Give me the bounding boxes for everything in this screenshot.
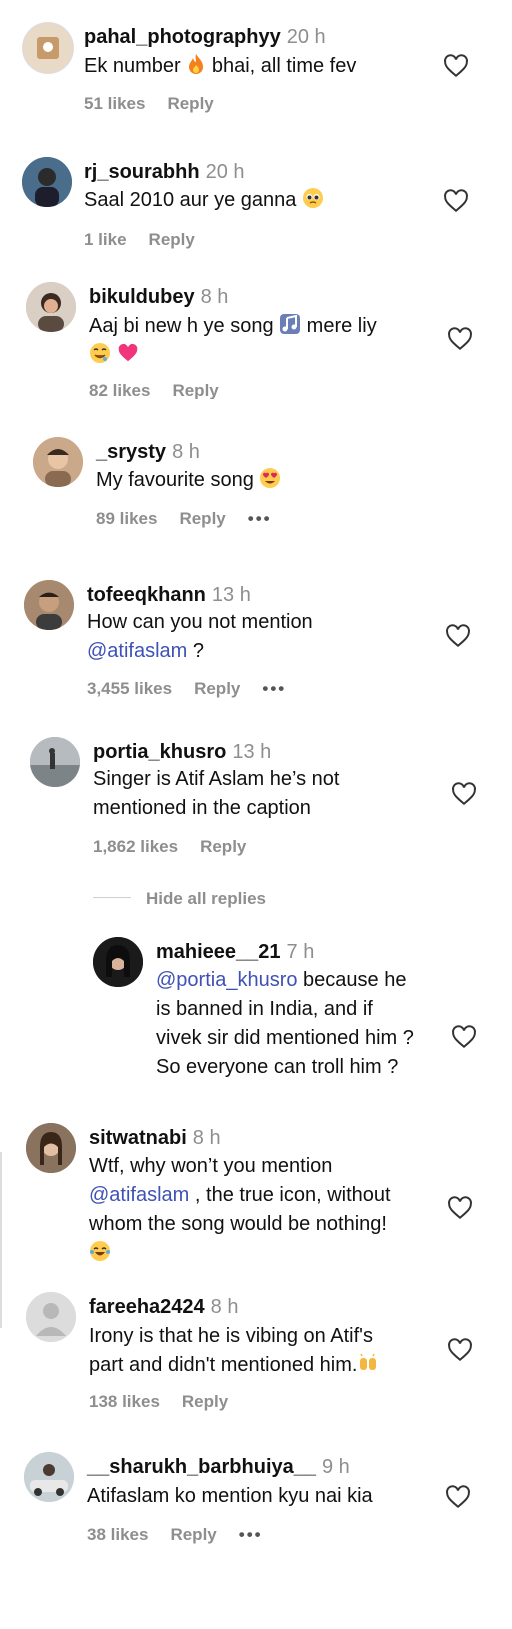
likes-count[interactable]: 51 likes xyxy=(84,94,145,113)
tears-of-joy-emoji-icon xyxy=(90,1241,110,1261)
likes-count[interactable]: 89 likes xyxy=(96,509,157,528)
username[interactable]: rj_sourabhh xyxy=(84,161,200,183)
timestamp: 8 h xyxy=(192,1127,221,1149)
likes-count[interactable]: 82 likes xyxy=(89,381,150,399)
timestamp: 13 h xyxy=(211,584,251,606)
avatar[interactable] xyxy=(24,1452,74,1502)
comment-text: Saal 2010 aur ye ganna xyxy=(84,186,324,215)
comment-text: Wtf, why won’t you mention @atifaslam , … xyxy=(89,1152,439,1268)
mention-link[interactable]: @atifaslam xyxy=(87,640,187,662)
timestamp: 8 h xyxy=(210,1296,239,1318)
likes-count[interactable]: 1 like xyxy=(84,230,127,249)
reply-button[interactable]: Reply xyxy=(172,381,218,399)
avatar[interactable] xyxy=(33,437,83,487)
timestamp: 8 h xyxy=(200,286,229,308)
avatar[interactable] xyxy=(24,580,74,630)
more-dots-icon[interactable]: ••• xyxy=(248,509,272,528)
mention-link[interactable]: @atifaslam xyxy=(89,1184,189,1206)
username[interactable]: bikuldubey xyxy=(89,286,195,308)
likes-count[interactable]: 138 likes xyxy=(89,1392,160,1411)
likes-count[interactable]: 1,862 likes xyxy=(93,837,178,856)
more-dots-icon[interactable]: ••• xyxy=(262,679,286,698)
timestamp: 13 h xyxy=(232,741,272,763)
comment-text: My favourite song xyxy=(96,466,281,495)
heart-outline-icon[interactable] xyxy=(451,1024,477,1050)
comment-text: Irony is that he is vibing on Atif's par… xyxy=(89,1322,379,1380)
timestamp: 20 h xyxy=(286,26,326,48)
heart-outline-icon[interactable] xyxy=(447,326,473,352)
drooling-face-emoji-icon xyxy=(90,343,110,363)
username[interactable]: _srysty xyxy=(96,441,166,463)
pleading-face-emoji-icon xyxy=(302,188,323,208)
reply-button[interactable]: Reply xyxy=(200,837,246,856)
timestamp: 20 h xyxy=(205,161,245,183)
music-note-emoji-icon xyxy=(280,314,301,334)
reply-button[interactable]: Reply xyxy=(194,679,240,698)
avatar[interactable] xyxy=(30,737,80,787)
fire-emoji-icon xyxy=(189,54,204,74)
username[interactable]: mahieee__21 xyxy=(156,941,281,963)
reply-button[interactable]: Reply xyxy=(149,230,195,249)
timestamp: 8 h xyxy=(172,441,200,463)
hide-replies-divider xyxy=(93,897,131,898)
comment-text: How can you not mention @atifaslam ? xyxy=(87,611,313,662)
hide-replies-button[interactable]: Hide all replies xyxy=(146,889,266,909)
heart-outline-icon[interactable] xyxy=(445,1484,471,1510)
comment-text: @portia_khusro because he is banned in I… xyxy=(156,969,414,1078)
comment-text: Ek number bhai, all time fev xyxy=(84,54,357,77)
raising-hands-emoji-icon xyxy=(360,1353,377,1370)
username[interactable]: portia_khusro xyxy=(93,741,226,763)
username[interactable]: tofeeqkhann xyxy=(87,584,206,606)
comment-text: Atifaslam ko mention kyu nai kia xyxy=(87,1485,373,1507)
reply-button[interactable]: Reply xyxy=(179,509,225,528)
reply-button[interactable]: Reply xyxy=(170,1525,216,1544)
avatar[interactable] xyxy=(26,1292,76,1342)
thread-indicator xyxy=(0,1152,2,1328)
comment-text: Aaj bi new h ye song mere liy xyxy=(89,312,429,370)
heart-outline-icon[interactable] xyxy=(443,188,469,214)
timestamp: 7 h xyxy=(286,941,315,963)
username[interactable]: __sharukh_barbhuiya__ xyxy=(87,1456,316,1478)
heart-outline-icon[interactable] xyxy=(451,781,477,807)
heart-outline-icon[interactable] xyxy=(443,53,469,79)
comment-text: Singer is Atif Aslam he’s not mentioned … xyxy=(93,768,340,819)
username[interactable]: pahal_photographyy xyxy=(84,26,281,48)
username[interactable]: sitwatnabi xyxy=(89,1127,187,1149)
likes-count[interactable]: 3,455 likes xyxy=(87,679,172,698)
timestamp: 9 h xyxy=(322,1456,350,1478)
mention-link[interactable]: @portia_khusro xyxy=(156,969,297,991)
avatar[interactable] xyxy=(22,22,74,74)
heart-eyes-emoji-icon xyxy=(260,468,281,488)
heart-outline-icon[interactable] xyxy=(445,623,471,649)
reply-button[interactable]: Reply xyxy=(167,94,213,113)
heart-outline-icon[interactable] xyxy=(447,1337,473,1363)
avatar[interactable] xyxy=(26,1123,76,1173)
more-dots-icon[interactable]: ••• xyxy=(239,1525,263,1544)
avatar[interactable] xyxy=(26,282,76,332)
heart-outline-icon[interactable] xyxy=(447,1195,473,1221)
avatar[interactable] xyxy=(22,157,72,207)
avatar[interactable] xyxy=(93,937,143,987)
username[interactable]: fareeha2424 xyxy=(89,1296,205,1318)
likes-count[interactable]: 38 likes xyxy=(87,1525,148,1544)
reply-button[interactable]: Reply xyxy=(182,1392,228,1411)
pink-heart-emoji-icon xyxy=(118,343,137,362)
